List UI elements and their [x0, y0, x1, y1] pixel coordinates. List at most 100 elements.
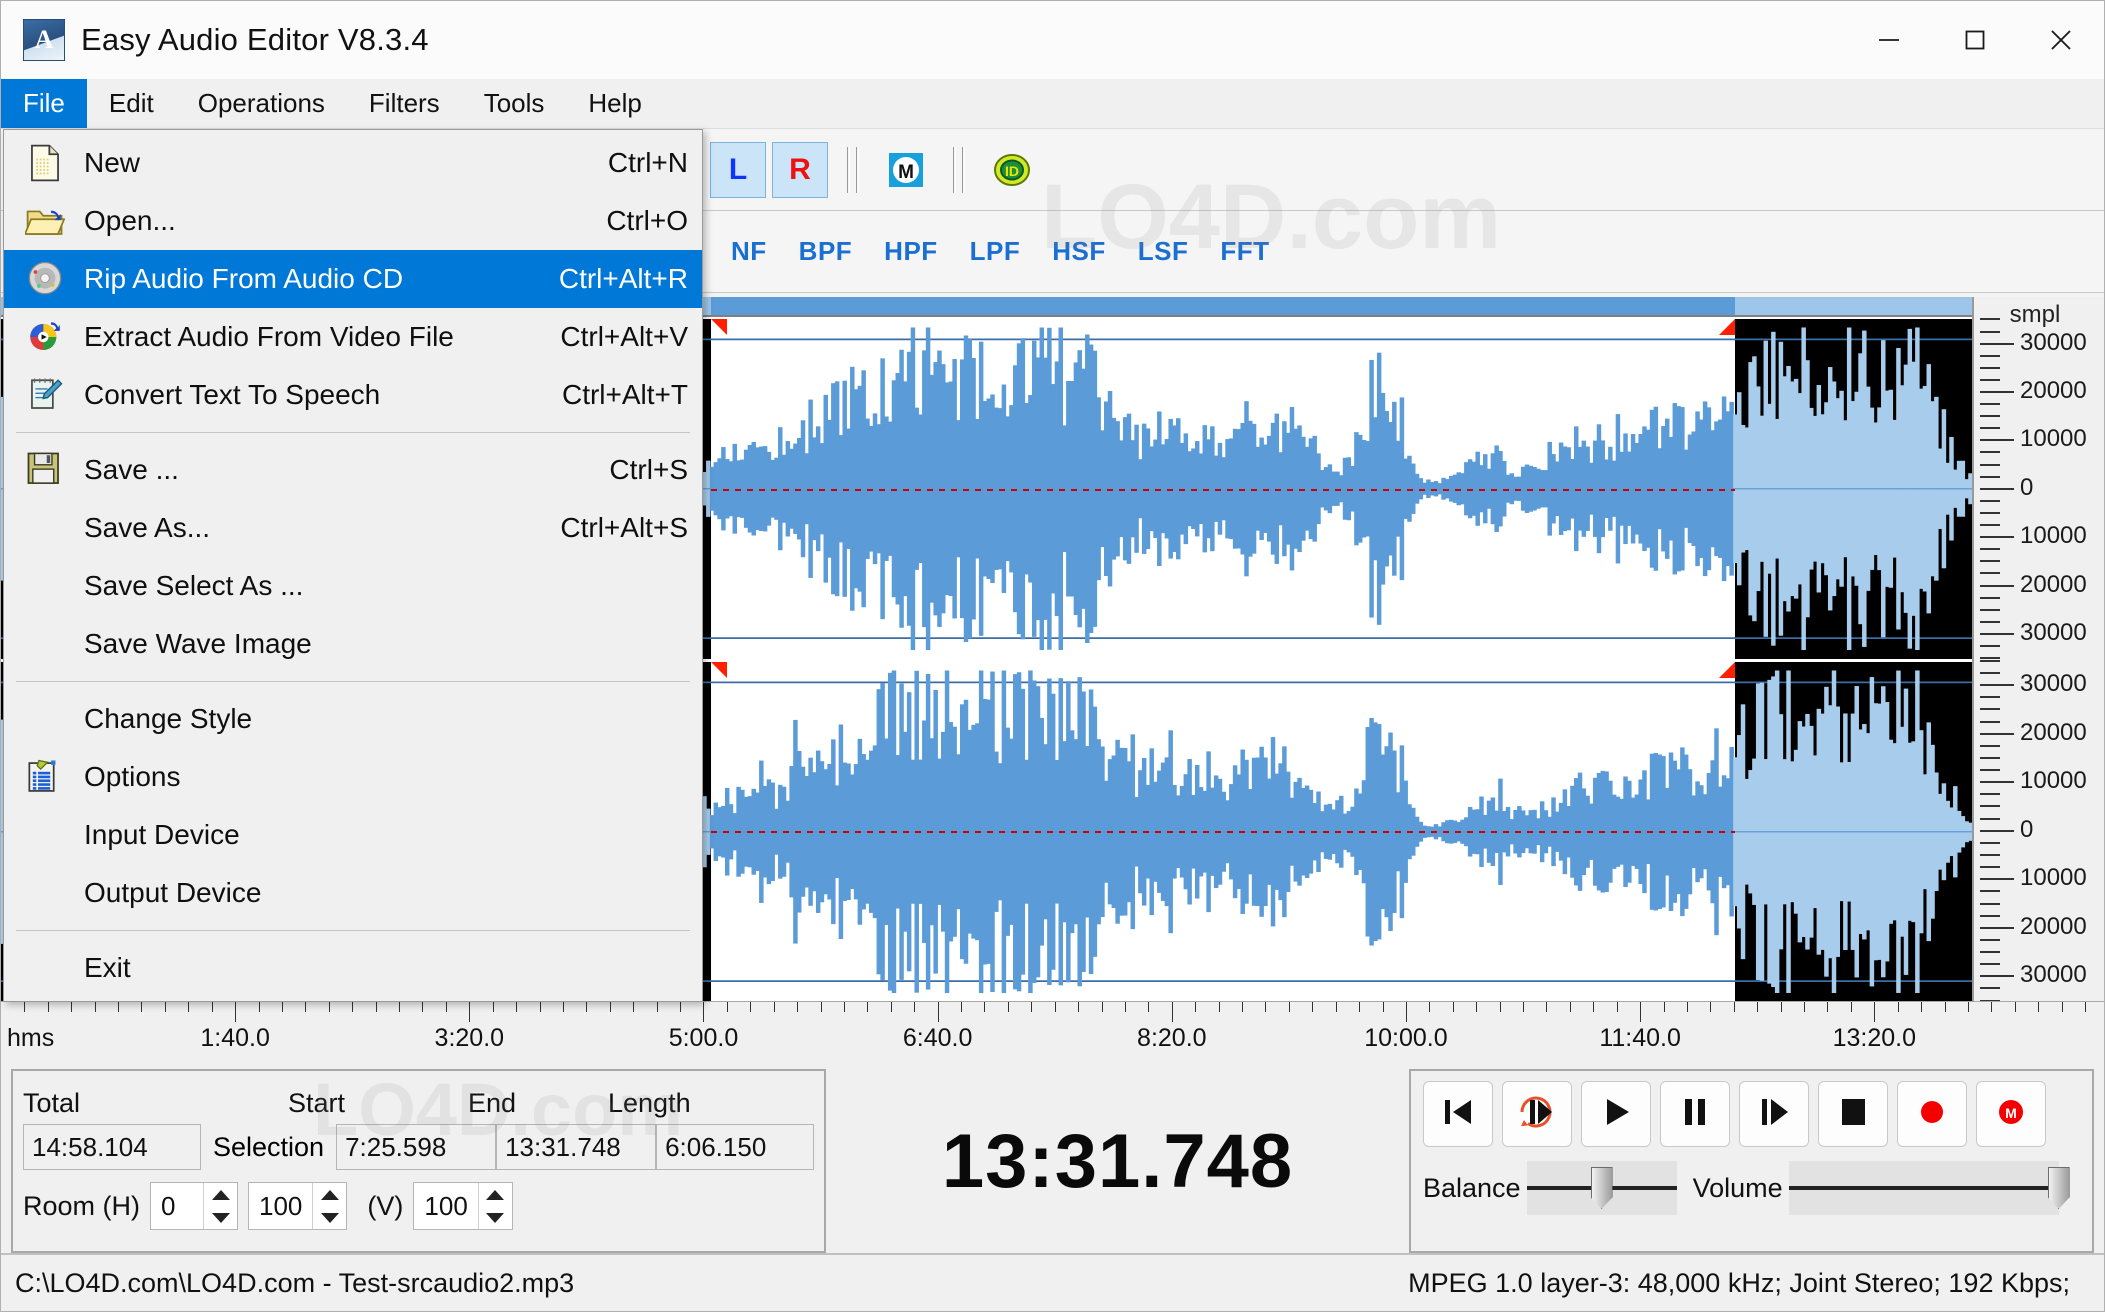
time-ruler-minor-tick — [305, 1002, 307, 1012]
time-ruler-minor-tick — [1733, 1002, 1735, 1012]
arrow-up-icon[interactable] — [211, 1189, 230, 1200]
file-menu-item-rip-audio-from-audio-cd[interactable]: Rip Audio From Audio CD Ctrl+Alt+R — [4, 250, 702, 308]
file-menu-item-new[interactable]: New Ctrl+N — [4, 134, 702, 192]
play-selection-button[interactable] — [1502, 1081, 1572, 1147]
left-channel-toggle[interactable]: L — [710, 141, 766, 198]
file-menu-item-label: Open... — [84, 205, 176, 236]
room-h-start-arrows[interactable] — [203, 1183, 237, 1229]
menu-edit[interactable]: Edit — [87, 79, 176, 128]
arrow-down-icon[interactable] — [211, 1212, 230, 1223]
file-menu-item-save[interactable]: Save ... Ctrl+S — [4, 441, 702, 499]
file-menu-item-save-as[interactable]: Save As... Ctrl+Alt+S — [4, 499, 702, 557]
play-forward-button[interactable] — [1739, 1081, 1809, 1147]
file-menu-item-convert-text-to-speech[interactable]: Convert Text To Speech Ctrl+Alt+T — [4, 366, 702, 424]
vertical-ruler-label: 10000 — [2020, 522, 2087, 550]
vertical-ruler-major-tick — [1980, 584, 2014, 587]
file-menu-item-change-style[interactable]: Change Style — [4, 690, 702, 748]
arrow-up-icon[interactable] — [486, 1189, 505, 1200]
file-menu-item-save-select-as[interactable]: Save Select As ... — [4, 557, 702, 615]
file-menu-item-extract-audio-from-video-file[interactable]: Extract Audio From Video File Ctrl+Alt+V — [4, 308, 702, 366]
minimize-icon[interactable] — [1846, 1, 1932, 79]
room-v-arrows[interactable] — [477, 1183, 512, 1229]
volume-slider[interactable] — [1788, 1161, 2070, 1215]
selection-start-marker[interactable] — [710, 661, 727, 678]
room-h-end-stepper[interactable]: 100 — [248, 1182, 348, 1230]
highpass-filter-button[interactable]: HPF — [868, 236, 954, 267]
length-value-field[interactable]: 6:06.150 — [656, 1124, 815, 1170]
vertical-ruler-minor-tick — [1980, 354, 2000, 357]
balance-slider[interactable] — [1526, 1161, 1677, 1215]
video-file-icon — [18, 315, 72, 359]
menu-operations[interactable]: Operations — [176, 79, 347, 128]
selection-end-marker[interactable] — [1719, 661, 1736, 678]
time-ruler-minor-tick — [164, 1002, 166, 1012]
highshelf-filter-button[interactable]: HSF — [1036, 236, 1122, 267]
time-ruler-minor-tick — [1242, 1002, 1244, 1012]
room-v-stepper[interactable]: 100 — [413, 1182, 513, 1230]
time-ruler-minor-tick — [2038, 1002, 2040, 1012]
lowpass-filter-button[interactable]: LPF — [954, 236, 1037, 267]
pause-button[interactable] — [1660, 1081, 1730, 1147]
time-ruler-minor-tick — [422, 1002, 424, 1012]
file-menu-item-exit[interactable]: Exit — [4, 939, 702, 997]
menu-filters[interactable]: Filters — [347, 79, 462, 128]
end-value-field[interactable]: 13:31.748 — [496, 1124, 657, 1170]
no-icon — [18, 946, 72, 990]
mono-mix-icon[interactable]: M — [878, 142, 934, 198]
arrow-down-icon[interactable] — [320, 1212, 339, 1223]
room-h-end-value: 100 — [259, 1190, 303, 1221]
go-to-start-button[interactable] — [1423, 1081, 1493, 1147]
play-button[interactable] — [1581, 1081, 1651, 1147]
arrow-up-icon[interactable] — [320, 1189, 339, 1200]
file-menu-item-options[interactable]: Options — [4, 748, 702, 806]
time-ruler-minor-tick — [1593, 1002, 1595, 1012]
maximize-icon[interactable] — [1932, 1, 2018, 79]
selection-strip-on — [710, 297, 1736, 315]
file-menu-item-label: Rip Audio From Audio CD — [84, 263, 404, 294]
balance-slider-thumb[interactable] — [1590, 1167, 1613, 1209]
time-ruler-major-tick — [1874, 1002, 1876, 1022]
record-monitor-button[interactable]: M — [1976, 1081, 2046, 1147]
bandpass-filter-button[interactable]: BPF — [783, 236, 869, 267]
file-menu-item-label: Save Select As ... — [84, 570, 304, 601]
notch-filter-button[interactable]: NF — [715, 236, 783, 267]
time-ruler[interactable]: hms 1:40.0 3:20.0 5:00.0 6:40.0 8:20.0 10:00.0… — [1, 1001, 2104, 1063]
file-menu-item-label: Save ... — [84, 454, 179, 485]
file-menu-item-open[interactable]: Open... Ctrl+O — [4, 192, 702, 250]
file-menu-item-input-device[interactable]: Input Device — [4, 806, 702, 864]
file-menu-popup[interactable]: New Ctrl+N Open... Ctrl+O Rip Audio From Aud… — [3, 129, 703, 1002]
fft-filter-button[interactable]: FFT — [1204, 236, 1285, 267]
menu-tools[interactable]: Tools — [462, 79, 567, 128]
time-ruler-minor-tick — [1944, 1002, 1946, 1012]
file-menu-item-output-device[interactable]: Output Device — [4, 864, 702, 922]
lowshelf-filter-button[interactable]: LSF — [1122, 236, 1205, 267]
time-ruler-minor-tick — [1897, 1002, 1899, 1012]
stop-button[interactable] — [1818, 1081, 1888, 1147]
floppy-save-icon — [18, 448, 72, 492]
end-label: End — [468, 1088, 517, 1118]
room-h-start-stepper[interactable]: 0 — [150, 1182, 239, 1230]
id3-tag-icon[interactable]: ID — [984, 142, 1040, 198]
status-format-info: MPEG 1.0 layer-3: 48,000 kHz; Joint Ster… — [1408, 1267, 2070, 1298]
vertical-ruler-minor-tick — [1980, 914, 2000, 917]
time-ruler-minor-tick — [1195, 1002, 1197, 1012]
right-channel-toggle[interactable]: R — [772, 141, 828, 198]
time-ruler-minor-tick — [1850, 1002, 1852, 1012]
time-ruler-minor-tick — [539, 1002, 541, 1012]
vertical-ruler-minor-tick — [1980, 963, 2000, 966]
close-icon[interactable] — [2018, 1, 2104, 79]
record-button[interactable] — [1897, 1081, 1967, 1147]
arrow-down-icon[interactable] — [486, 1212, 505, 1223]
menu-help[interactable]: Help — [566, 79, 663, 128]
vertical-ruler-major-tick — [1980, 829, 2014, 832]
room-h-end-arrows[interactable] — [312, 1183, 346, 1229]
volume-slider-thumb[interactable] — [2047, 1167, 2070, 1209]
time-ruler-minor-tick — [984, 1002, 986, 1012]
play-icon — [1596, 1093, 1636, 1136]
file-menu-item-save-wave-image[interactable]: Save Wave Image — [4, 615, 702, 673]
toolbar-separator — [856, 146, 859, 193]
selection-end-marker[interactable] — [1719, 319, 1736, 335]
start-value-field[interactable]: 7:25.598 — [336, 1124, 497, 1170]
menu-file[interactable]: File — [1, 79, 87, 128]
selection-start-marker[interactable] — [710, 319, 727, 335]
